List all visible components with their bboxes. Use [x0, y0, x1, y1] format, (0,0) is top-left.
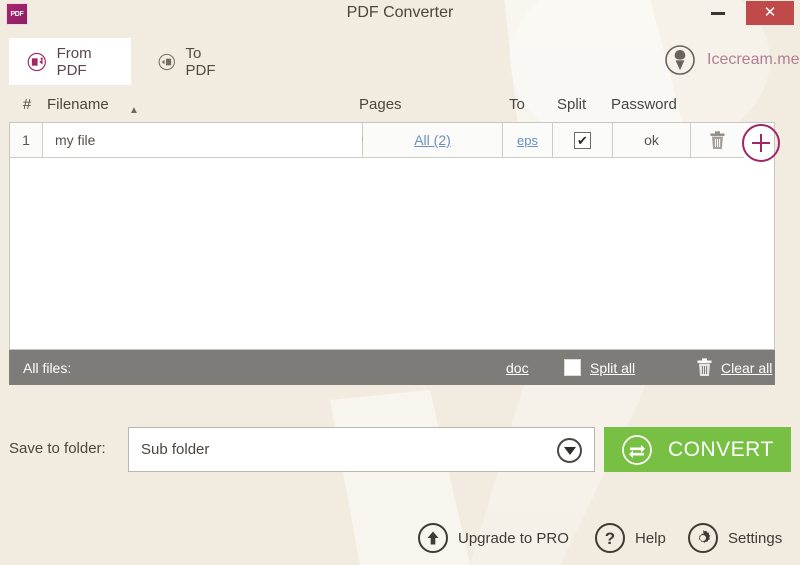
convert-button[interactable]: CONVERT: [604, 427, 791, 472]
split-checkbox[interactable]: ✔: [574, 131, 591, 149]
brand-icecream-me[interactable]: Icecream.me: [663, 41, 799, 79]
upgrade-to-pro-label: Upgrade to PRO: [458, 529, 569, 547]
help-button[interactable]: ? Help: [595, 518, 666, 558]
trash-icon[interactable]: [696, 358, 713, 377]
plus-vertical: [760, 134, 762, 152]
gear-circle-icon: [688, 523, 718, 553]
icecream-cone-icon: [665, 45, 695, 75]
close-icon: ✕: [763, 4, 777, 21]
table-row[interactable]: 1 my file All (2) eps ✔ ok: [10, 123, 774, 158]
cell-row-number: 1: [10, 123, 43, 158]
clear-all-label[interactable]: Clear all: [721, 360, 772, 376]
table-header: # Filename ▲ Pages To Split Password: [9, 92, 775, 120]
all-files-toolbar: All files: doc Split all Clear all: [9, 350, 775, 385]
chevron-down-glyph: [563, 447, 576, 455]
save-to-folder-row: Save to folder: Sub folder CONVERT: [0, 427, 800, 475]
column-header-number: #: [22, 96, 32, 113]
split-all-control[interactable]: Split all: [564, 359, 635, 376]
save-to-folder-label: Save to folder:: [9, 440, 106, 457]
split-all-label[interactable]: Split all: [590, 360, 635, 376]
close-button[interactable]: ✕: [746, 1, 794, 25]
all-files-label: All files:: [23, 359, 72, 376]
column-header-to: To: [509, 96, 525, 113]
add-file-button[interactable]: [742, 124, 780, 162]
brand-label: Icecream.me: [707, 51, 800, 68]
convert-label: CONVERT: [668, 437, 774, 461]
cell-split[interactable]: ✔: [553, 123, 613, 158]
pages-link[interactable]: All (2): [414, 132, 451, 148]
folder-value: Sub folder: [141, 441, 210, 458]
split-all-checkbox[interactable]: [564, 359, 581, 376]
upgrade-to-pro-button[interactable]: Upgrade to PRO: [418, 518, 569, 558]
bottom-toolbar: Upgrade to PRO ? Help Settings: [0, 512, 800, 565]
checkmark-icon: ✔: [577, 132, 588, 148]
chevron-down-circle-icon[interactable]: [557, 438, 582, 463]
to-pdf-icon: [158, 53, 175, 70]
tab-to-pdf[interactable]: To PDF: [140, 38, 240, 85]
up-arrow-circle-icon: [418, 523, 448, 553]
filename-text: my file: [55, 132, 96, 148]
column-header-pages: Pages: [359, 96, 402, 113]
cell-pages[interactable]: All (2): [363, 123, 503, 158]
tab-from-pdf[interactable]: From PDF: [9, 38, 131, 85]
trash-icon[interactable]: [709, 130, 726, 150]
question-mark-circle-icon: ?: [595, 523, 625, 553]
window-title: PDF Converter: [346, 4, 454, 21]
cell-filename[interactable]: my file: [43, 123, 379, 158]
from-pdf-icon: [27, 52, 46, 71]
all-files-format-link[interactable]: doc: [506, 360, 529, 376]
folder-input[interactable]: Sub folder: [128, 427, 595, 472]
format-link[interactable]: eps: [517, 133, 538, 148]
minimize-icon: [711, 12, 725, 15]
cell-password[interactable]: ok: [613, 123, 691, 158]
settings-button[interactable]: Settings: [688, 518, 782, 558]
help-label: Help: [635, 529, 666, 547]
minimize-button[interactable]: [698, 0, 740, 26]
settings-label: Settings: [728, 529, 783, 547]
title-bar: PDF PDF Converter ✕: [0, 0, 800, 28]
file-list: 1 my file All (2) eps ✔ ok: [9, 122, 775, 350]
cell-delete[interactable]: [691, 123, 744, 158]
tab-to-pdf-label: To PDF: [185, 44, 216, 79]
tab-from-pdf-label: From PDF: [56, 44, 92, 79]
column-header-split: Split: [557, 96, 587, 113]
column-header-password: Password: [611, 96, 677, 113]
clear-all-control[interactable]: Clear all: [696, 358, 772, 377]
convert-arrows-icon: [622, 434, 652, 465]
cell-output-format[interactable]: eps: [503, 123, 553, 158]
